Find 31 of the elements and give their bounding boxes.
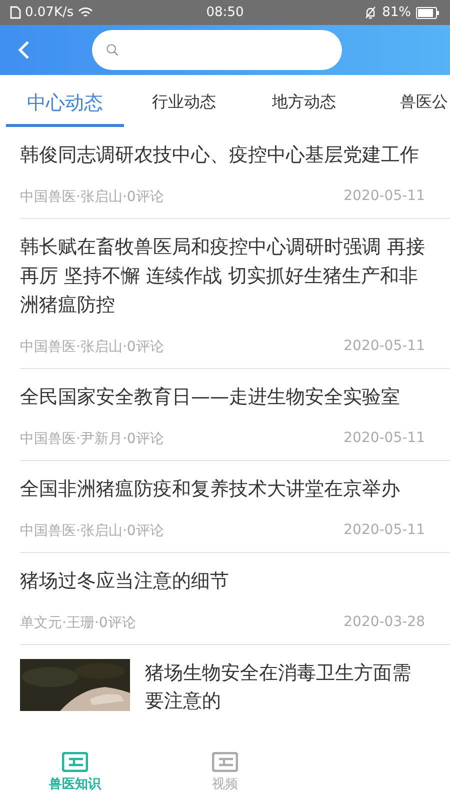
battery-percent: 81% xyxy=(382,5,411,20)
article-date: 2020-05-11 xyxy=(344,522,425,540)
category-tab[interactable]: 中心动态 xyxy=(6,75,124,127)
article-date: 2020-05-11 xyxy=(344,430,425,448)
article-title[interactable]: 全民国家安全教育日——走进生物安全实验室 xyxy=(20,383,432,412)
list-icon xyxy=(62,752,88,772)
category-tab[interactable]: 兽医公 xyxy=(364,75,450,127)
article-title[interactable]: 韩长赋在畜牧兽医局和疫控中心调研时强调 再接再厉 坚持不懈 连续作战 切实抓好生猪生产和非洲猪瘟防控 xyxy=(20,233,432,320)
article-date: 2020-03-28 xyxy=(344,614,425,632)
battery-icon xyxy=(416,6,440,18)
article-date: 2020-05-11 xyxy=(344,338,425,356)
network-speed: 0.07K/s xyxy=(25,5,74,20)
bell-off-icon xyxy=(364,6,378,19)
category-tab[interactable]: 行业动态 xyxy=(124,75,244,127)
category-tab[interactable]: 地方动态 xyxy=(244,75,364,127)
article-title[interactable]: 韩俊同志调研农技中心、疫控中心基层党建工作 xyxy=(20,141,432,170)
clock: 08:50 xyxy=(206,5,244,20)
article-source: 中国兽医·张启山·0评论 xyxy=(20,522,164,540)
article-source: 中国兽医·张启山·0评论 xyxy=(20,188,164,206)
article-title[interactable]: 猪场过冬应当注意的细节 xyxy=(20,567,432,596)
article-title[interactable]: 猪场生物安全在消毒卫生方面需要注意的 xyxy=(145,659,415,715)
sim-card-icon xyxy=(10,6,21,19)
article-source: 单文元·王珊·0评论 xyxy=(20,614,136,632)
article-date: 2020-05-11 xyxy=(344,188,425,206)
list-icon xyxy=(212,752,238,772)
article-source: 中国兽医·尹新月·0评论 xyxy=(20,430,164,448)
search-field[interactable] xyxy=(92,30,342,70)
wifi-icon xyxy=(78,6,93,18)
article-title[interactable]: 全国非洲猪瘟防疫和复养技术大讲堂在京举办 xyxy=(20,475,432,504)
article-source: 中国兽医·张启山·0评论 xyxy=(20,338,164,356)
back-button[interactable] xyxy=(18,40,30,60)
